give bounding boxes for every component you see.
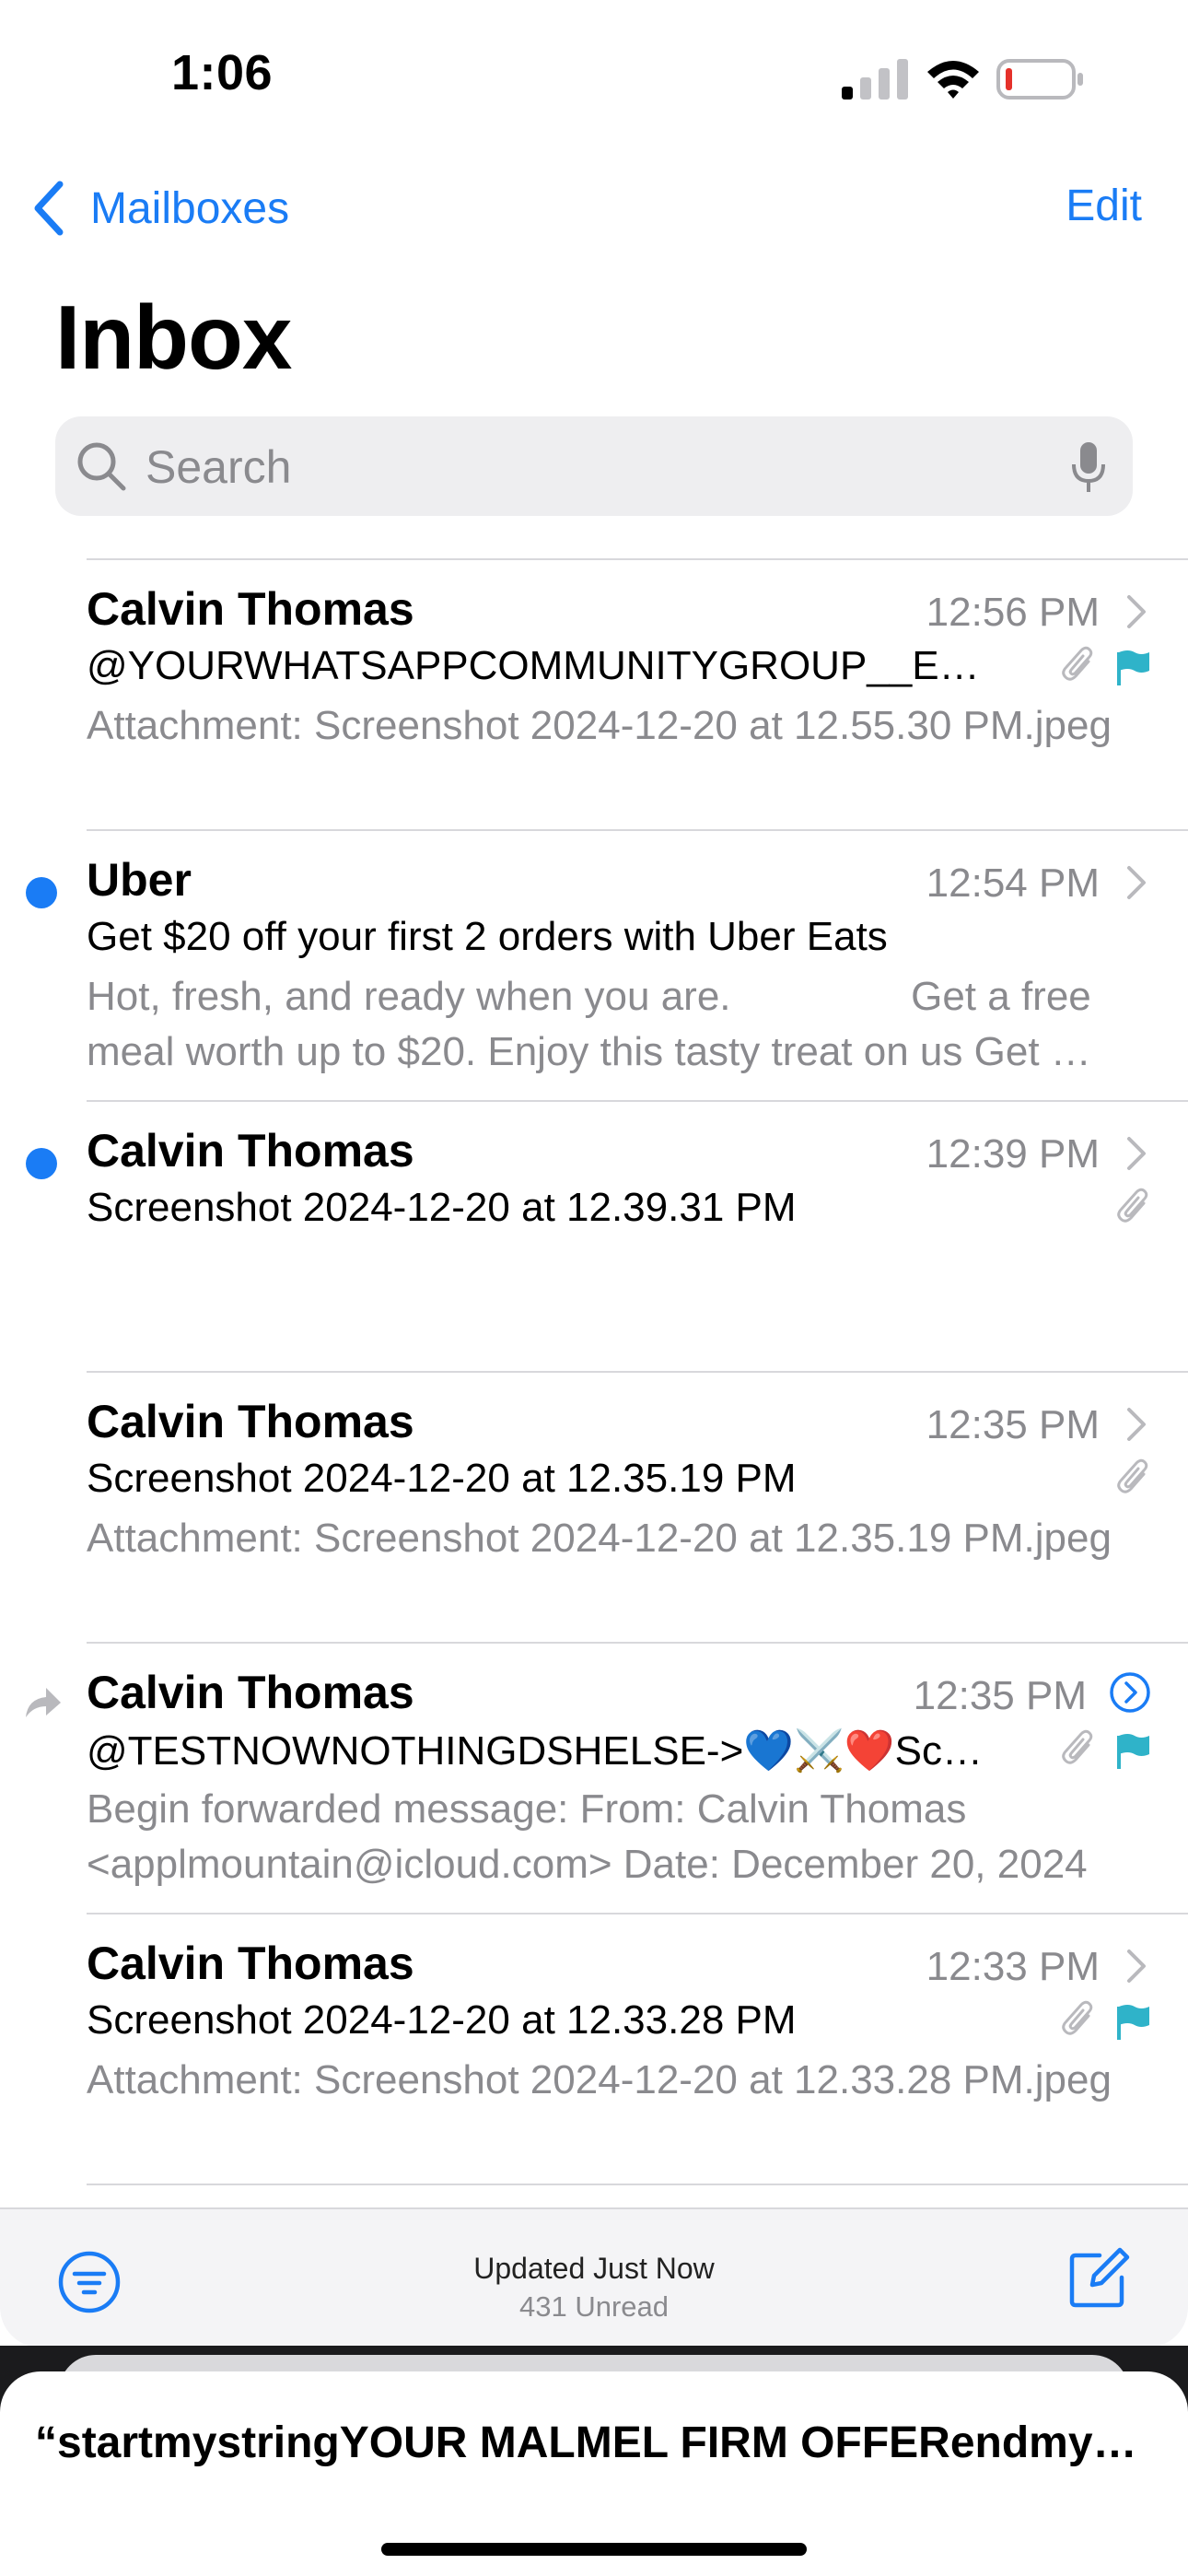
message-preview: Attachment: Screenshot 2024-12-20 at 12.… xyxy=(87,1516,1112,1561)
status-time: 1:06 xyxy=(171,45,274,100)
page-title: Inbox xyxy=(55,287,292,388)
unread-count: 431 Unread xyxy=(518,2290,669,2323)
wifi-icon xyxy=(927,61,979,99)
attachment-icon xyxy=(1062,646,1093,681)
message-row[interactable]: Calvin Thomas 12:35 PM Screenshot 2024-1… xyxy=(0,1373,1188,1644)
unread-indicator xyxy=(26,1148,57,1179)
chevron-right-icon xyxy=(1127,866,1146,899)
message-time: 12:35 PM xyxy=(926,1402,1100,1447)
edit-button[interactable]: Edit xyxy=(1066,181,1142,231)
message-sender: Calvin Thomas xyxy=(87,583,414,635)
message-subject: Screenshot 2024-12-20 at 12.33.28 PM xyxy=(87,1997,797,2043)
message-sender: Calvin Thomas xyxy=(87,1125,414,1177)
chevron-right-icon xyxy=(1127,1137,1146,1170)
message-sender: Calvin Thomas xyxy=(87,1667,414,1718)
home-indicator[interactable] xyxy=(381,2543,807,2556)
mailbox-status: Updated Just Now xyxy=(473,2252,715,2285)
search-bar[interactable] xyxy=(55,416,1133,516)
attachment-icon xyxy=(1117,1188,1148,1223)
chevron-right-icon xyxy=(1127,1408,1146,1441)
attachment-icon xyxy=(1062,2000,1093,2035)
message-time: 12:33 PM xyxy=(926,1944,1100,1989)
message-subject: @TESTNOWNOTHINGDSHELSE->💙⚔️❤️Screenshot xyxy=(87,1728,994,1774)
message-sender: Calvin Thomas xyxy=(87,1938,414,1989)
message-time: 12:56 PM xyxy=(926,590,1100,635)
thread-chevron-icon[interactable] xyxy=(1109,1671,1151,1714)
message-row[interactable]: Calvin Thomas 12:35 PM @TESTNOWNOTHINGDS… xyxy=(0,1644,1188,1914)
search-icon xyxy=(77,442,126,491)
message-subject: Get $20 off your first 2 orders with Ube… xyxy=(87,914,888,959)
separator xyxy=(87,2184,1188,2185)
message-sender: Calvin Thomas xyxy=(87,1396,414,1447)
chevron-right-icon xyxy=(1127,1950,1146,1983)
message-time: 12:39 PM xyxy=(926,1131,1100,1177)
battery-low-icon xyxy=(996,59,1083,100)
message-preview: Begin forwarded message: From: Calvin Th… xyxy=(87,1786,1088,1887)
message-preview: Hot, fresh, and ready when you are. Get … xyxy=(87,974,1091,1074)
bottom-sheet[interactable]: “startmystringYOUR MALMEL FIRM OFFERendm… xyxy=(0,2371,1188,2576)
flag-icon xyxy=(1117,650,1149,685)
flag-icon xyxy=(1117,1734,1149,1769)
message-time: 12:35 PM xyxy=(913,1673,1087,1718)
attachment-icon xyxy=(1062,1729,1093,1764)
flag-icon xyxy=(1117,2005,1149,2040)
search-input[interactable] xyxy=(144,437,976,498)
message-time: 12:54 PM xyxy=(926,861,1100,906)
message-subject: Screenshot 2024-12-20 at 12.39.31 PM xyxy=(87,1185,797,1230)
message-subject: Screenshot 2024-12-20 at 12.35.19 PM xyxy=(87,1456,797,1501)
microphone-icon[interactable] xyxy=(1070,440,1107,496)
chevron-left-icon xyxy=(34,181,64,236)
chevron-right-icon xyxy=(1127,595,1146,628)
back-button[interactable]: Mailboxes xyxy=(33,181,289,236)
message-row[interactable]: Calvin Thomas 12:33 PM Screenshot 2024-1… xyxy=(0,1914,1188,2185)
forwarded-icon xyxy=(26,1688,61,1717)
unread-indicator xyxy=(26,877,57,908)
message-row[interactable]: Calvin Thomas 12:39 PM Screenshot 2024-1… xyxy=(0,1102,1188,1373)
message-sender: Uber xyxy=(87,854,192,906)
bottom-toolbar: Updated Just Now 431 Unread xyxy=(0,2207,1188,2348)
message-preview: Attachment: Screenshot 2024-12-20 at 12.… xyxy=(87,703,1112,748)
sheet-title: “startmystringYOUR MALMEL FIRM OFFERendm… xyxy=(35,2418,1159,2467)
attachment-icon xyxy=(1117,1458,1148,1493)
compose-icon[interactable] xyxy=(1066,2246,1131,2311)
back-label: Mailboxes xyxy=(90,183,290,233)
message-row[interactable]: Calvin Thomas 12:56 PM @YOURWHATSAPPCOMM… xyxy=(0,560,1188,831)
cellular-signal-icon xyxy=(842,59,908,100)
message-row[interactable]: Uber 12:54 PM Get $20 off your first 2 o… xyxy=(0,831,1188,1102)
message-subject: @YOURWHATSAPPCOMMUNITYGROUP__EMAIL xyxy=(87,643,994,688)
message-preview: Attachment: Screenshot 2024-12-20 at 12.… xyxy=(87,2057,1112,2102)
